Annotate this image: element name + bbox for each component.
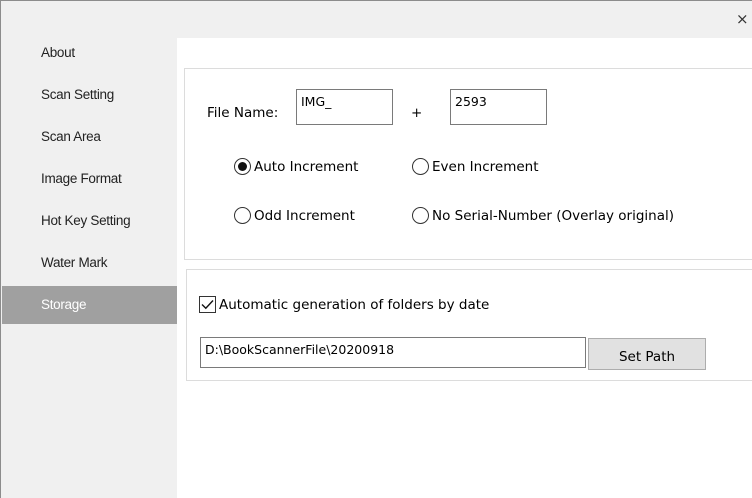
radio-auto-increment-indicator[interactable] [234,158,251,175]
radio-auto-increment[interactable]: Auto Increment [234,158,358,175]
storage-path-input[interactable] [200,337,586,368]
sidebar-item-hot-key-setting[interactable]: Hot Key Setting [2,202,177,240]
sidebar-item-water-mark[interactable]: Water Mark [2,244,177,282]
sidebar: About Scan Setting Scan Area Image Forma… [2,34,177,498]
close-icon[interactable]: × [736,7,752,31]
settings-window: × About Scan Setting Scan Area Image For… [0,0,752,498]
sidebar-item-scan-setting[interactable]: Scan Setting [2,76,177,114]
auto-folder-checkbox[interactable] [199,296,216,313]
sidebar-item-about[interactable]: About [2,34,177,72]
radio-even-increment-indicator[interactable] [412,158,429,175]
auto-folder-label: Automatic generation of folders by date [219,296,490,313]
set-path-button[interactable]: Set Path [588,338,706,370]
plus-sign: + [411,105,423,121]
file-name-label: File Name: [207,105,279,121]
auto-folder-checkbox-row[interactable]: Automatic generation of folders by date [199,296,489,313]
radio-even-increment-label: Even Increment [432,158,539,175]
radio-auto-increment-label: Auto Increment [254,158,359,175]
radio-no-serial-number-label: No Serial-Number (Overlay original) [432,207,675,224]
radio-odd-increment[interactable]: Odd Increment [234,207,355,224]
storage-panel: File Name: + Auto Increment Even Increme… [177,38,752,498]
sidebar-item-scan-area[interactable]: Scan Area [2,118,177,156]
sidebar-item-storage[interactable]: Storage [2,286,177,324]
file-prefix-input[interactable] [296,89,393,125]
radio-odd-increment-label: Odd Increment [254,207,355,224]
serial-number-input[interactable] [450,89,547,125]
sidebar-item-image-format[interactable]: Image Format [2,160,177,198]
folder-group: Automatic generation of folders by date … [186,269,752,381]
check-icon [201,300,214,310]
radio-odd-increment-indicator[interactable] [234,207,251,224]
radio-no-serial-number-indicator[interactable] [412,207,429,224]
radio-no-serial-number[interactable]: No Serial-Number (Overlay original) [412,207,674,224]
radio-even-increment[interactable]: Even Increment [412,158,539,175]
file-naming-group: File Name: + Auto Increment Even Increme… [184,68,752,260]
